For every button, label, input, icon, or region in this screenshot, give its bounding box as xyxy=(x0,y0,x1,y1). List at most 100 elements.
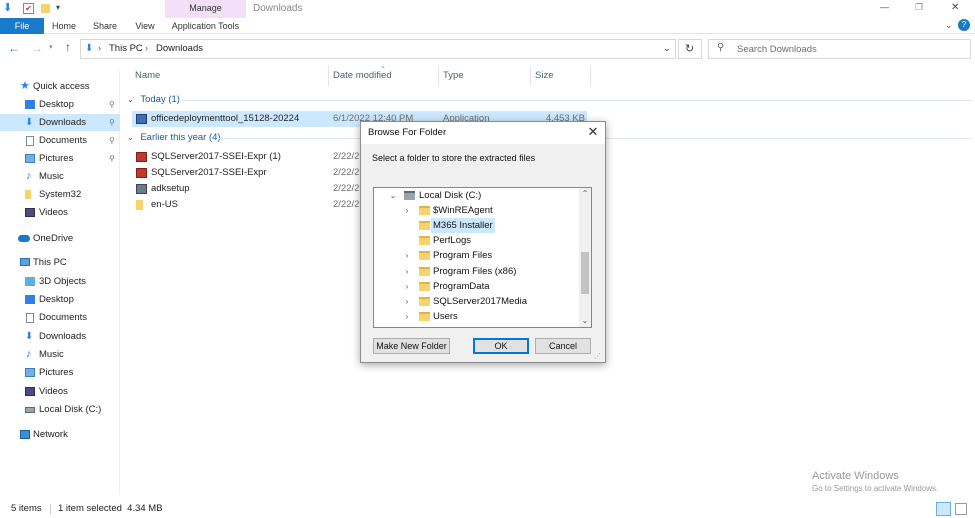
ok-button[interactable]: OK xyxy=(473,338,529,354)
browse-for-folder-dialog: Browse For Folder ✕ Select a folder to s… xyxy=(360,121,606,363)
chevron-right-icon[interactable]: › xyxy=(402,294,412,309)
tab-share[interactable]: Share xyxy=(89,18,121,34)
tab-home[interactable]: Home xyxy=(48,18,80,34)
download-arrow-icon: ⬇ xyxy=(3,2,13,14)
tree-item-programdata[interactable]: › ProgramData xyxy=(374,279,579,294)
search-input[interactable]: ⚲ Search Downloads xyxy=(708,39,971,59)
dialog-title: Browse For Folder xyxy=(368,127,447,138)
new-folder-icon[interactable] xyxy=(41,4,50,13)
tree-item-winreagent[interactable]: › $WinREAgent xyxy=(374,203,579,218)
nav-pc-documents[interactable]: Documents xyxy=(0,309,120,326)
forward-arrow-icon[interactable]: → xyxy=(31,41,43,55)
search-placeholder: Search Downloads xyxy=(737,44,817,55)
chevron-right-icon[interactable]: › xyxy=(402,279,412,294)
folder-tree[interactable]: ⌄ Local Disk (C:) › $WinREAgent M365 Ins… xyxy=(373,187,592,328)
music-icon: ♪ xyxy=(26,170,32,182)
address-dropdown-icon[interactable]: ⌄ xyxy=(663,43,671,54)
tree-item-users[interactable]: › Users xyxy=(374,309,579,324)
pin-icon[interactable]: ⚲ xyxy=(109,114,115,131)
folder-icon xyxy=(419,282,430,291)
tab-application-tools[interactable]: Application Tools xyxy=(166,18,245,34)
nav-network[interactable]: Network xyxy=(0,426,120,443)
selection-info: 1 item selected 4.34 MB xyxy=(58,503,163,514)
nav-pictures[interactable]: Pictures ⚲ xyxy=(0,150,120,167)
recent-locations-icon[interactable]: ▾ xyxy=(49,43,53,51)
nav-local-disk[interactable]: Local Disk (C:) xyxy=(0,401,120,418)
tree-item-local-disk[interactable]: ⌄ Local Disk (C:) xyxy=(374,188,579,203)
breadcrumb-separator-icon[interactable]: › xyxy=(98,43,101,53)
minimize-button[interactable]: — xyxy=(880,2,889,12)
column-separator[interactable] xyxy=(530,66,531,86)
tree-item-perflogs[interactable]: PerfLogs xyxy=(374,233,579,248)
details-view-button[interactable] xyxy=(936,502,951,516)
breadcrumb-this-pc[interactable]: This PC xyxy=(109,43,143,54)
manage-tab[interactable]: Manage xyxy=(165,3,246,13)
tab-file[interactable]: File xyxy=(0,18,44,34)
pictures-icon xyxy=(25,368,35,377)
column-header-size[interactable]: Size xyxy=(535,70,553,81)
pin-icon[interactable]: ⚲ xyxy=(109,132,115,149)
tree-item-program-files[interactable]: › Program Files xyxy=(374,248,579,263)
nav-quick-access[interactable]: ★ Quick access xyxy=(0,78,120,95)
column-header-type[interactable]: Type xyxy=(443,70,464,81)
column-separator[interactable] xyxy=(328,66,329,86)
nav-pc-pictures[interactable]: Pictures xyxy=(0,364,120,381)
nav-desktop[interactable]: Desktop ⚲ xyxy=(0,96,120,113)
make-new-folder-button[interactable]: Make New Folder xyxy=(373,338,450,354)
nav-pc-desktop[interactable]: Desktop xyxy=(0,291,120,308)
nav-3d-objects[interactable]: 3D Objects xyxy=(0,273,120,290)
chevron-right-icon[interactable]: › xyxy=(402,264,412,279)
scrollbar-thumb[interactable] xyxy=(581,252,589,294)
chevron-right-icon[interactable]: › xyxy=(402,248,412,263)
dialog-close-button[interactable]: ✕ xyxy=(585,124,601,140)
breadcrumb-downloads[interactable]: Downloads xyxy=(156,43,203,54)
dialog-title-bar[interactable]: Browse For Folder ✕ xyxy=(361,122,605,144)
column-separator[interactable] xyxy=(438,66,439,86)
close-button[interactable]: ✕ xyxy=(951,2,959,13)
column-separator[interactable] xyxy=(590,66,591,86)
nav-pc-music[interactable]: ♪ Music xyxy=(0,346,120,363)
tree-item-m365-installer[interactable]: M365 Installer xyxy=(374,218,579,233)
tree-item-sqlserver2017media[interactable]: › SQLServer2017Media xyxy=(374,294,579,309)
chevron-down-icon[interactable]: ⌄ xyxy=(388,188,398,203)
group-header-earlier-this-year[interactable]: ⌄ Earlier this year (4) xyxy=(127,132,221,143)
nav-pc-videos[interactable]: Videos xyxy=(0,383,120,400)
column-header-name[interactable]: Name xyxy=(135,70,160,81)
nav-this-pc[interactable]: This PC xyxy=(0,254,120,271)
column-header-date-modified[interactable]: Date modified xyxy=(333,70,392,81)
tree-scrollbar[interactable]: ⌃ ⌄ xyxy=(579,188,591,327)
help-icon[interactable]: ? xyxy=(958,19,970,31)
ribbon-expand-icon[interactable]: ⌄ xyxy=(945,20,953,31)
quick-access-dropdown-icon[interactable]: ▾ xyxy=(56,3,60,12)
properties-icon[interactable]: ✔ xyxy=(23,3,34,14)
resize-grip-icon[interactable]: ⋰ xyxy=(594,352,601,360)
folder-icon xyxy=(419,267,430,276)
up-arrow-icon[interactable]: ↑ xyxy=(65,40,71,54)
tab-view[interactable]: View xyxy=(130,18,160,34)
pin-icon[interactable]: ⚲ xyxy=(109,96,115,113)
nav-onedrive[interactable]: OneDrive xyxy=(0,230,120,247)
chevron-right-icon[interactable]: › xyxy=(402,309,412,324)
group-header-today[interactable]: ⌄ Today (1) xyxy=(127,94,180,105)
nav-system32[interactable]: System32 xyxy=(0,186,120,203)
tree-item-program-files-x86[interactable]: › Program Files (x86) xyxy=(374,264,579,279)
breadcrumb-separator-icon[interactable]: › xyxy=(145,43,148,53)
scroll-down-icon[interactable]: ⌄ xyxy=(579,315,591,327)
nav-downloads[interactable]: ⬇ Downloads ⚲ xyxy=(0,114,120,131)
nav-pc-downloads[interactable]: ⬇ Downloads xyxy=(0,328,120,345)
sql-installer-icon xyxy=(136,168,147,178)
large-icons-view-button[interactable] xyxy=(955,503,967,515)
address-box[interactable]: ⬇ › This PC › Downloads ⌄ xyxy=(80,39,676,59)
chevron-right-icon[interactable]: › xyxy=(402,203,412,218)
scroll-up-icon[interactable]: ⌃ xyxy=(579,188,591,200)
pin-icon[interactable]: ⚲ xyxy=(109,150,115,167)
maximize-button[interactable]: ❐ xyxy=(915,2,923,13)
setup-icon xyxy=(136,184,147,194)
back-arrow-icon[interactable]: ← xyxy=(8,41,20,55)
documents-icon xyxy=(26,313,34,323)
nav-videos[interactable]: Videos xyxy=(0,204,120,221)
cancel-button[interactable]: Cancel xyxy=(535,338,591,354)
refresh-button[interactable]: ↻ xyxy=(678,39,702,59)
nav-music[interactable]: ♪ Music xyxy=(0,168,120,185)
nav-documents[interactable]: Documents ⚲ xyxy=(0,132,120,149)
